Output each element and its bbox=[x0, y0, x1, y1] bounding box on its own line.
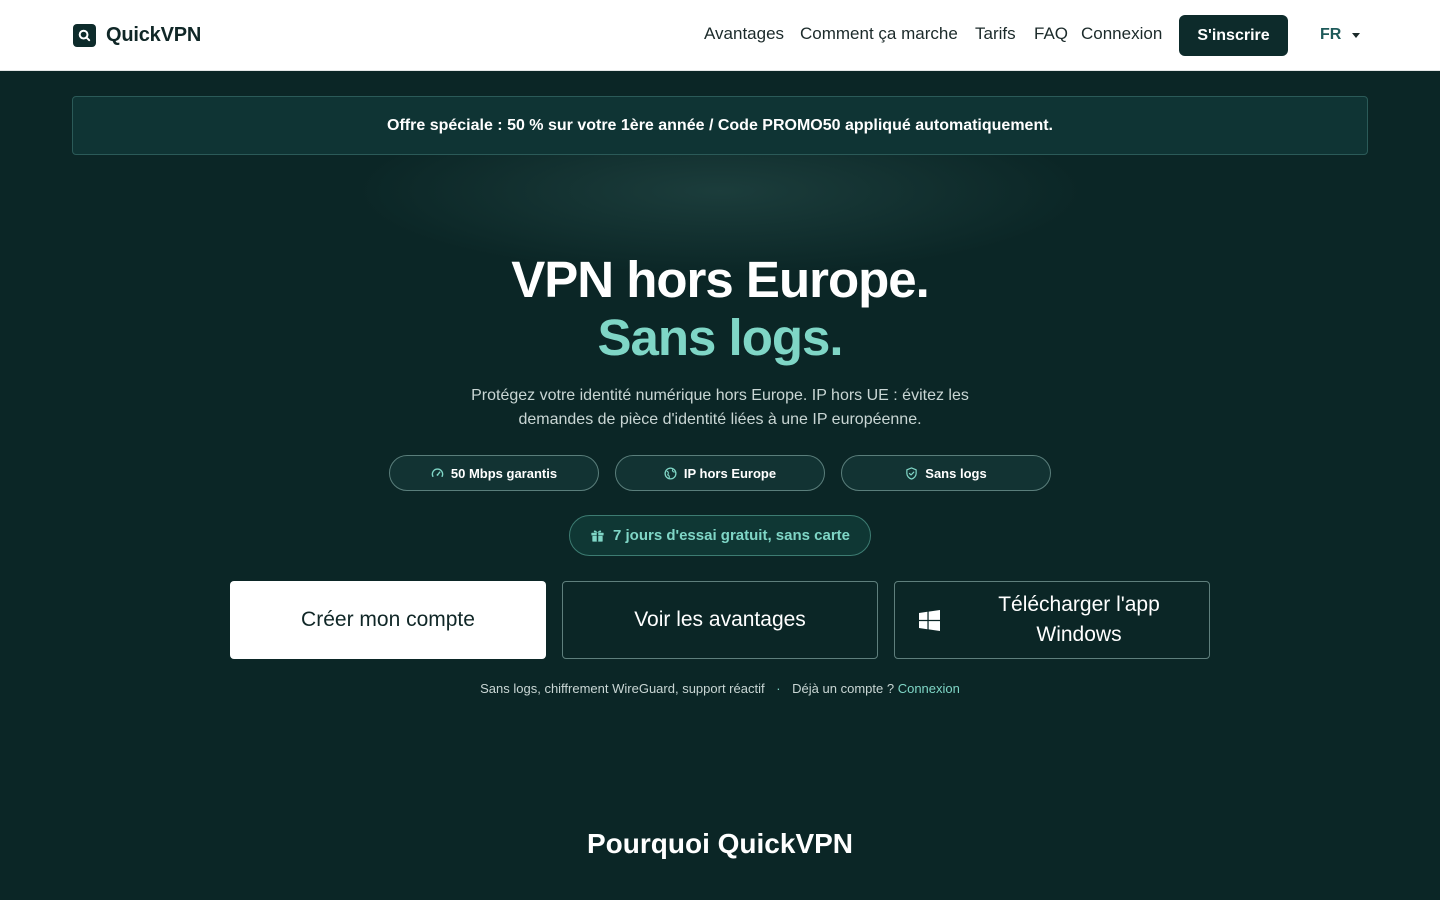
feature-pill-ip: IP hors Europe bbox=[615, 455, 825, 491]
windows-icon bbox=[919, 610, 940, 631]
nav-link-comment-ca-marche[interactable]: Comment ça marche bbox=[800, 24, 958, 44]
hero-title-line1: VPN hors Europe. bbox=[511, 251, 930, 308]
shield-check-icon bbox=[906, 466, 918, 480]
chevron-down-icon bbox=[1352, 32, 1361, 38]
promo-banner: Offre spéciale : 50 % sur votre 1ère ann… bbox=[72, 96, 1368, 155]
feature-pill-nologs: Sans logs bbox=[841, 455, 1051, 491]
footnote-account-text: Déjà un compte ? bbox=[792, 681, 895, 696]
globe-icon bbox=[664, 466, 677, 480]
hero-subtitle: Protégez votre identité numérique hors E… bbox=[471, 387, 969, 428]
feature-pill-label: 50 Mbps garantis bbox=[450, 465, 558, 481]
footnote-login-link[interactable]: Connexion bbox=[898, 681, 960, 696]
trial-badge: 7 jours d'essai gratuit, sans carte bbox=[569, 515, 871, 556]
feature-pill-speed: 50 Mbps garantis bbox=[389, 455, 599, 491]
speedometer-icon bbox=[431, 467, 444, 477]
feature-pill-label: Sans logs bbox=[925, 465, 987, 481]
language-label: FR bbox=[1320, 26, 1342, 43]
footnote-features: Sans logs, chiffrement WireGuard, suppor… bbox=[480, 681, 765, 696]
nav-link-avantages[interactable]: Avantages bbox=[704, 24, 784, 44]
hero-title: VPN hors Europe. Sans logs. bbox=[0, 251, 1440, 367]
see-advantages-button[interactable]: Voir les avantages bbox=[562, 581, 878, 659]
hero-footnote: Sans logs, chiffrement WireGuard, suppor… bbox=[0, 681, 1440, 696]
create-account-button[interactable]: Créer mon compte bbox=[230, 581, 546, 659]
download-windows-label: Télécharger l'app Windows bbox=[998, 593, 1160, 646]
hero-section: Offre spéciale : 50 % sur votre 1ère ann… bbox=[0, 71, 1440, 900]
footnote-separator: · bbox=[776, 681, 781, 696]
promo-text: Offre spéciale : 50 % sur votre 1ère ann… bbox=[387, 116, 1053, 134]
navbar: QuickVPN Avantages Comment ça marche Tar… bbox=[0, 0, 1440, 71]
section-title-why: Pourquoi QuickVPN bbox=[586, 828, 854, 859]
trial-label: 7 jours d'essai gratuit, sans carte bbox=[613, 527, 850, 544]
nav-link-connexion[interactable]: Connexion bbox=[1081, 24, 1162, 44]
signup-button[interactable]: S'inscrire bbox=[1179, 15, 1288, 56]
gift-icon bbox=[591, 530, 604, 542]
feature-pill-label: IP hors Europe bbox=[683, 465, 777, 481]
language-selector[interactable]: FR bbox=[1320, 24, 1361, 46]
download-windows-button[interactable]: Télécharger l'app Windows bbox=[894, 581, 1210, 659]
hero-title-line2: Sans logs. bbox=[597, 309, 843, 366]
nav-link-faq[interactable]: FAQ bbox=[1034, 24, 1068, 44]
nav-link-tarifs[interactable]: Tarifs bbox=[975, 24, 1016, 44]
